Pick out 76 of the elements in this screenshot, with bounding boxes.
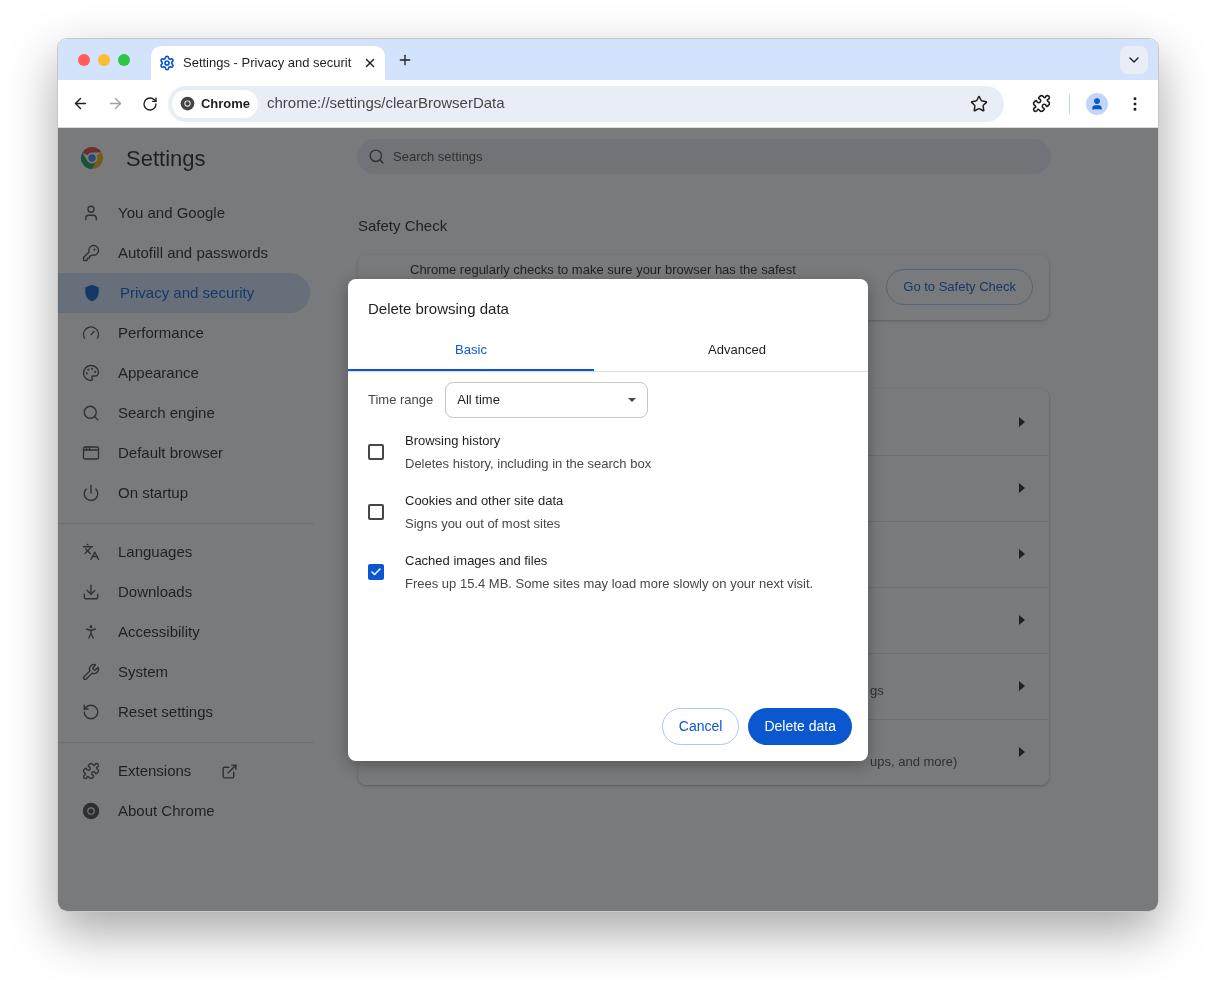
expand-arrow-icon[interactable]	[1019, 747, 1025, 757]
option-description: Deletes history, including in the search box	[405, 455, 652, 473]
search-input[interactable]: Search settings	[393, 146, 1040, 167]
dropdown-caret-icon	[628, 397, 637, 402]
bookmark-star-icon[interactable]	[970, 94, 989, 113]
settings-icon	[159, 55, 175, 71]
dialog-tab[interactable]: Basic	[348, 331, 594, 371]
row-text-fragment: gs	[870, 682, 884, 701]
time-range-dropdown[interactable]: All time	[445, 381, 649, 418]
chrome-logo-icon	[179, 96, 195, 111]
browser-tab[interactable]: Settings - Privacy and securit	[151, 46, 385, 80]
settings-title: Settings	[126, 144, 206, 173]
close-tab-icon[interactable]	[363, 56, 377, 70]
power-icon	[82, 484, 100, 502]
search-icon	[368, 148, 385, 165]
palette-icon	[82, 364, 100, 382]
sidebar-item[interactable]: Privacy and security	[58, 273, 310, 313]
translate-icon	[82, 543, 100, 561]
sidebar-item[interactable]: System	[58, 652, 310, 692]
expand-arrow-icon[interactable]	[1019, 416, 1025, 427]
site-chip[interactable]: Chrome	[171, 89, 259, 118]
browser-window-icon	[82, 444, 100, 462]
key-icon	[82, 244, 100, 262]
download-icon	[82, 583, 100, 601]
option-title: Cookies and other site data	[405, 491, 564, 510]
safety-check-description: Chrome regularly checks to make sure your browser has the safest	[410, 260, 796, 279]
dialog-title: Delete browsing data	[368, 299, 510, 319]
section-heading: Safety Check	[358, 216, 449, 236]
person-icon	[1090, 96, 1105, 111]
address-bar[interactable]: Chrome chrome://settings/clearBrowserData	[167, 85, 1005, 122]
puzzle-piece-icon	[82, 762, 100, 780]
checkbox[interactable]	[368, 504, 384, 520]
sidebar-item[interactable]: Languages	[58, 532, 310, 572]
wrench-icon	[82, 663, 100, 681]
sidebar-item[interactable]: Downloads	[58, 572, 310, 612]
chrome-logo-icon	[82, 802, 100, 820]
search-icon	[82, 404, 100, 422]
sidebar-item[interactable]: Search engine	[58, 393, 310, 433]
sidebar-item[interactable]: Default browser	[58, 433, 310, 473]
expand-arrow-icon[interactable]	[1019, 549, 1025, 559]
option-title: Browsing history	[405, 431, 502, 450]
checkbox[interactable]	[368, 444, 384, 460]
shield-icon	[82, 283, 102, 303]
expand-arrow-icon[interactable]	[1019, 681, 1025, 691]
sidebar-item[interactable]: Accessibility	[58, 612, 310, 652]
extensions-icon[interactable]	[1032, 94, 1052, 113]
sidebar-item[interactable]: On startup	[58, 473, 310, 513]
sidebar-item[interactable]: About Chrome	[58, 791, 310, 831]
delete-data-button[interactable]: Delete data	[748, 708, 852, 745]
checkbox[interactable]	[368, 564, 384, 580]
option-title: Cached images and files	[405, 551, 549, 570]
sidebar-item[interactable]: Autofill and passwords	[58, 233, 310, 273]
cancel-button[interactable]: Cancel	[661, 708, 740, 745]
gauge-icon	[82, 324, 100, 342]
profile-avatar[interactable]	[1086, 92, 1109, 115]
person-icon	[82, 204, 100, 222]
sidebar-item[interactable]: Extensions	[58, 751, 310, 791]
dialog-tab[interactable]: Advanced	[614, 331, 860, 371]
chrome-logo-icon	[80, 146, 104, 170]
time-range-label: Time range	[368, 390, 434, 409]
checkmark-icon	[370, 566, 382, 578]
option-description: Signs you out of most sites	[405, 515, 562, 533]
expand-arrow-icon[interactable]	[1019, 483, 1025, 493]
option-description: Frees up 15.4 MB. Some sites may load more slowly on your next visit.	[405, 575, 814, 593]
expand-arrow-icon[interactable]	[1019, 615, 1025, 625]
url-text: chrome://settings/clearBrowserData	[267, 93, 505, 114]
reload-icon[interactable]	[141, 95, 158, 112]
sidebar-item[interactable]: Performance	[58, 313, 310, 353]
reset-icon	[82, 703, 100, 721]
sidebar-item[interactable]: You and Google	[58, 193, 310, 233]
sidebar-item[interactable]: Reset settings	[58, 692, 310, 732]
search-field[interactable]: Search settings	[357, 139, 1051, 174]
sidebar-item[interactable]: Appearance	[58, 353, 310, 393]
row-text-fragment: ups, and more)	[870, 753, 958, 772]
tab-search-button[interactable]	[1120, 45, 1148, 74]
tab-title: Settings - Privacy and securit	[183, 54, 352, 73]
